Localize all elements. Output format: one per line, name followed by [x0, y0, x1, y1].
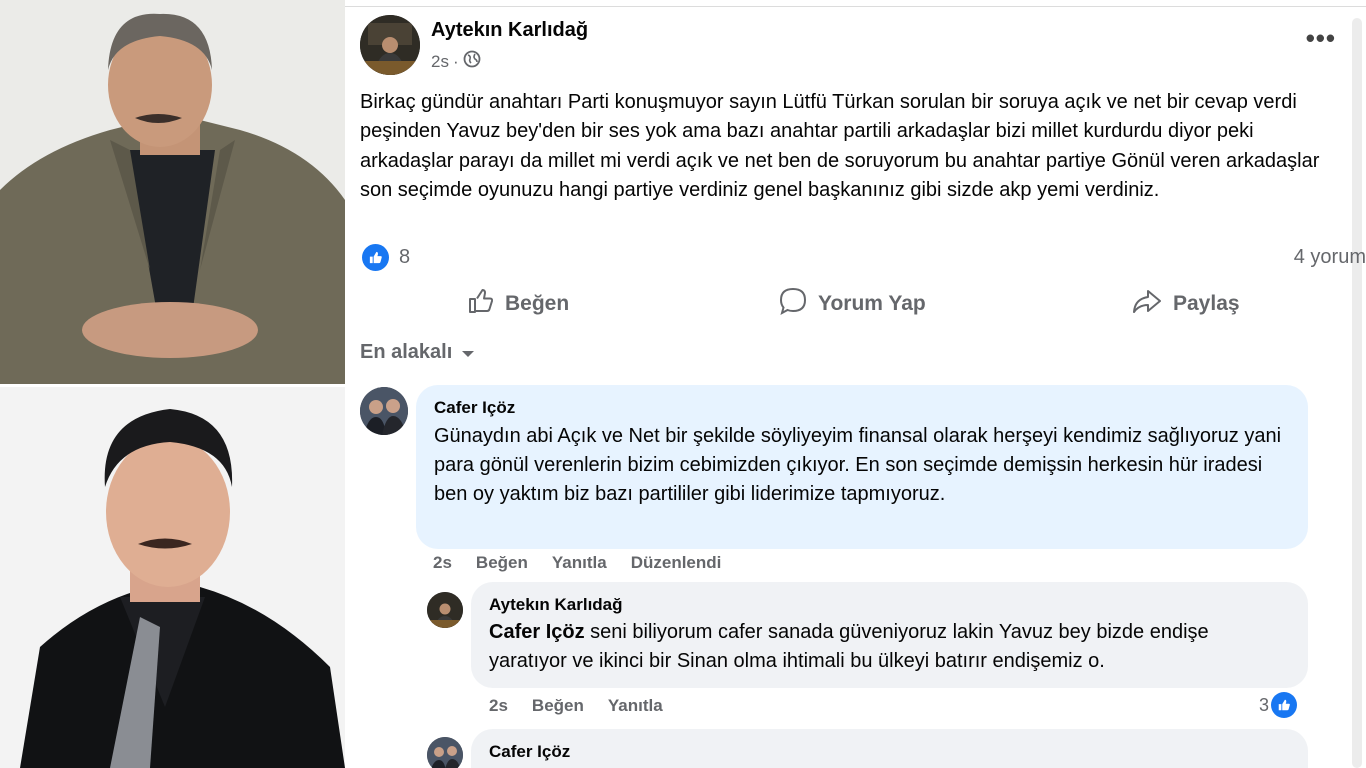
comment-author-name[interactable]: Cafer Içöz — [434, 398, 515, 418]
comment-bubble: Cafer Içöz — [471, 729, 1308, 768]
comment-count[interactable]: 4 yorum — [1294, 246, 1366, 269]
like-count: 8 — [399, 246, 411, 268]
facebook-post: Aytekın Karlıdağ 2s · ••• Birkaç gündür … — [345, 0, 1366, 768]
post-action-bar: Beğen Yorum Yap Paylaş — [345, 282, 1366, 326]
divider — [345, 6, 1366, 7]
sort-label: En alakalı — [360, 341, 453, 363]
comment-author-name[interactable]: Cafer Içöz — [489, 742, 570, 762]
meta-separator: · — [452, 51, 459, 71]
thumbs-up-icon — [467, 287, 495, 321]
reply-like-link[interactable]: Beğen — [532, 696, 584, 716]
reply-time[interactable]: 2s — [489, 696, 508, 716]
reply-author-name[interactable]: Aytekın Karlıdağ — [489, 595, 623, 615]
reply-text-body: seni biliyorum cafer sanada güveniyoruz … — [489, 621, 1209, 672]
globe-icon — [463, 50, 481, 73]
comment-edited-label: Düzenlendi — [630, 553, 722, 572]
mention-link[interactable]: Cafer Içöz — [489, 621, 585, 643]
share-button-label: Paylaş — [1173, 292, 1240, 315]
like-reaction-icon — [1271, 692, 1298, 718]
comment-button[interactable]: Yorum Yap — [778, 282, 926, 326]
like-button[interactable]: Beğen — [467, 282, 569, 326]
reply-reply-link[interactable]: Yanıtla — [608, 696, 663, 716]
share-icon — [1131, 287, 1163, 321]
post-text: Birkaç gündür anahtarı Parti konuşmuyor … — [360, 91, 1320, 202]
caret-down-icon — [462, 341, 475, 364]
reply-text: Cafer Içöz seni biliyorum cafer sanada g… — [489, 618, 1289, 676]
reply-actions: 2s Beğen Yanıtla — [489, 696, 663, 716]
comment-actions: 2s Beğen Yanıtla Düzenlendi — [433, 553, 721, 573]
comment-like-link[interactable]: Beğen — [476, 553, 528, 573]
portrait-photo-top — [0, 0, 345, 384]
like-reaction-icon — [362, 244, 389, 271]
comment-button-label: Yorum Yap — [818, 292, 926, 315]
like-button-label: Beğen — [505, 292, 570, 315]
author-avatar[interactable] — [360, 15, 420, 75]
reply-like-count: 3 — [1259, 694, 1270, 715]
commenter-avatar[interactable] — [360, 387, 408, 435]
post-time[interactable]: 2s — [431, 52, 449, 72]
reply-bubble: Aytekın Karlıdağ Cafer Içöz seni biliyor… — [471, 582, 1308, 688]
more-options-icon[interactable]: ••• — [1306, 25, 1336, 51]
comment-reply-link[interactable]: Yanıtla — [552, 553, 607, 573]
comment-icon — [778, 286, 808, 322]
comment-text: Günaydın abi Açık ve Net bir şekilde söy… — [434, 425, 1282, 505]
comment-sort-dropdown[interactable]: En alakalı — [360, 341, 475, 364]
commenter-avatar[interactable] — [427, 737, 463, 768]
reply-reactions[interactable]: 3 — [1259, 692, 1298, 718]
reaction-summary[interactable]: 8 — [362, 244, 410, 271]
scrollbar[interactable] — [1352, 18, 1362, 768]
reply-author-avatar[interactable] — [427, 592, 463, 628]
share-button[interactable]: Paylaş — [1131, 282, 1240, 326]
post-meta: 2s · — [431, 50, 481, 73]
comment-time[interactable]: 2s — [433, 553, 452, 573]
post-author-name[interactable]: Aytekın Karlıdağ — [431, 19, 588, 42]
portrait-photo-bottom — [0, 387, 345, 768]
comment-bubble: Cafer Içöz Günaydın abi Açık ve Net bir … — [416, 385, 1308, 549]
